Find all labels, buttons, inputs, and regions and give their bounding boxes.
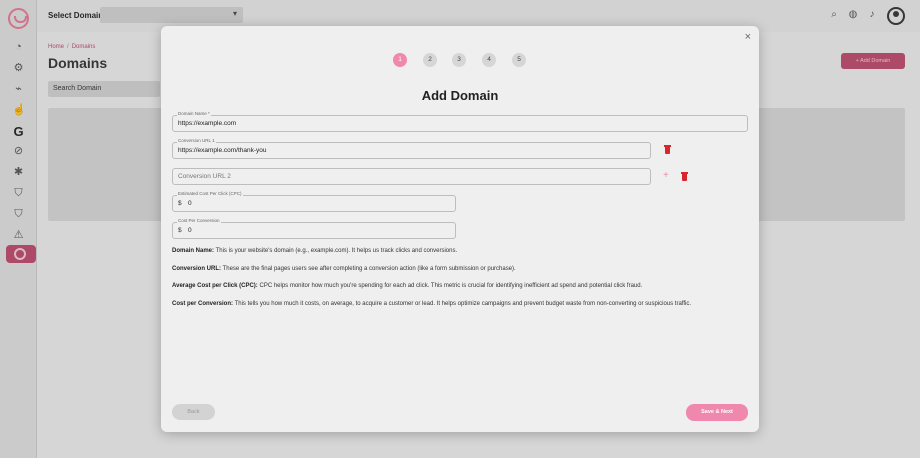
conversion-url-2-field[interactable]: Conversion URL 2 <box>172 168 651 185</box>
domain-name-value: https://example.com <box>178 120 237 127</box>
cost-per-conversion-field[interactable]: Cost Per Conversion $ 0 <box>172 218 456 239</box>
modal-title: Add Domain <box>421 88 499 103</box>
step-2[interactable]: 2 <box>423 53 437 67</box>
stepper: 1 2 3 4 5 <box>393 53 528 68</box>
domain-name-field[interactable]: Domain Name * https://example.com <box>172 111 748 132</box>
delete-conversion-url-1-icon[interactable] <box>664 145 671 154</box>
add-conversion-url-icon[interactable]: + <box>663 171 669 181</box>
conversion-url-1-value: https://example.com/thank-you <box>178 147 267 154</box>
conversion-url-2-placeholder: Conversion URL 2 <box>178 173 231 180</box>
description-text: CPC helps monitor how much you're spendi… <box>257 283 643 289</box>
description-conversion-url: Conversion URL: These are the final page… <box>172 265 747 274</box>
step-1[interactable]: 1 <box>393 53 407 67</box>
description-domain-name: Domain Name: This is your website's doma… <box>172 247 747 256</box>
description-term: Average Cost per Click (CPC): <box>172 283 258 289</box>
cpc-value: 0 <box>188 200 192 207</box>
description-term: Domain Name: <box>172 248 215 254</box>
step-4[interactable]: 4 <box>482 53 496 67</box>
step-3[interactable]: 3 <box>452 53 466 67</box>
cpc-currency: $ <box>178 200 182 207</box>
description-term: Cost per Conversion: <box>172 301 234 307</box>
add-domain-modal: × 1 2 3 4 5 Add Domain Domain Name * htt… <box>161 26 759 432</box>
description-term: Conversion URL: <box>172 266 222 272</box>
description-text: These are the final pages users see afte… <box>221 266 516 272</box>
conversion-url-1-label: Conversion URL 1 <box>177 138 216 143</box>
step-5[interactable]: 5 <box>512 53 526 67</box>
cost-per-conversion-currency: $ <box>178 227 182 234</box>
delete-conversion-url-2-icon[interactable] <box>681 172 688 181</box>
description-cpc: Average Cost per Click (CPC): CPC helps … <box>172 282 747 291</box>
close-icon[interactable]: × <box>745 32 751 43</box>
domain-name-label: Domain Name * <box>177 111 211 116</box>
description-text: This is your website's domain (e.g., exa… <box>214 248 458 254</box>
cpc-label: Estimated Cost Per Click (CPC) <box>177 191 243 196</box>
back-button[interactable]: Back <box>172 404 215 420</box>
description-text: This tells you how much it costs, on ave… <box>233 301 692 307</box>
description-cost-per-conversion: Cost per Conversion: This tells you how … <box>172 300 747 309</box>
save-next-button[interactable]: Save & Next <box>686 404 748 421</box>
conversion-url-1-field[interactable]: Conversion URL 1 https://example.com/tha… <box>172 138 651 159</box>
cpc-field[interactable]: Estimated Cost Per Click (CPC) $ 0 <box>172 191 456 212</box>
cost-per-conversion-value: 0 <box>188 227 192 234</box>
cost-per-conversion-label: Cost Per Conversion <box>177 218 221 223</box>
